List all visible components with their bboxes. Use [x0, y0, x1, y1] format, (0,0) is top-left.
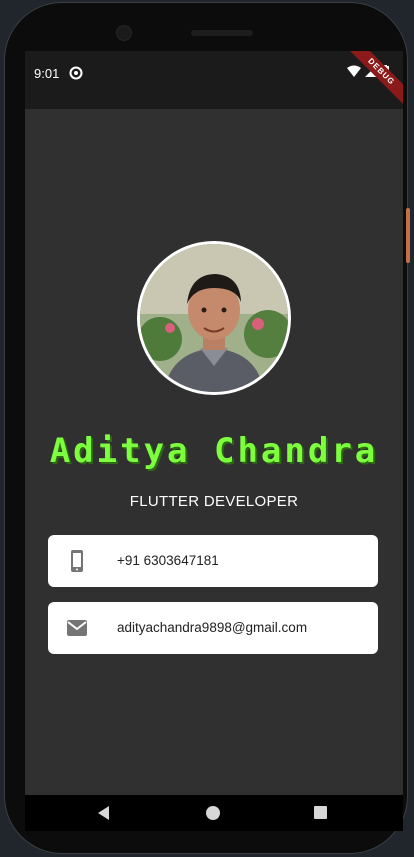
navigation-bar: [25, 795, 403, 831]
email-address: adityachandra9898@gmail.com: [117, 620, 308, 635]
device-frame: 9:01 DEBUG Aditya Chandra FLUTTER DEVELO…: [4, 2, 410, 854]
power-button: [406, 208, 410, 263]
front-camera: [116, 25, 132, 41]
phone-icon: [71, 550, 83, 572]
screen: 9:01 DEBUG Aditya Chandra FLUTTER DEVELO…: [25, 51, 403, 831]
phone-card[interactable]: +91 6303647181: [48, 535, 378, 587]
avatar-photo-icon: [140, 244, 288, 392]
email-icon: [67, 620, 87, 636]
profile-name: Aditya Chandra: [49, 431, 379, 471]
profile-card-page: Aditya Chandra FLUTTER DEVELOPER +91 630…: [25, 109, 403, 795]
status-bar: 9:01 DEBUG: [25, 51, 403, 113]
phone-number: +91 6303647181: [117, 553, 219, 568]
home-icon[interactable]: [206, 806, 220, 820]
recent-apps-icon[interactable]: [314, 806, 327, 819]
sync-icon: [69, 66, 83, 80]
speaker-grille: [191, 30, 253, 36]
avatar: [137, 241, 291, 395]
email-card[interactable]: adityachandra9898@gmail.com: [48, 602, 378, 654]
wifi-icon: [347, 65, 361, 77]
back-icon[interactable]: [97, 806, 111, 820]
debug-banner: DEBUG: [340, 51, 403, 113]
status-time: 9:01: [34, 66, 60, 81]
profile-title: FLUTTER DEVELOPER: [129, 493, 299, 510]
